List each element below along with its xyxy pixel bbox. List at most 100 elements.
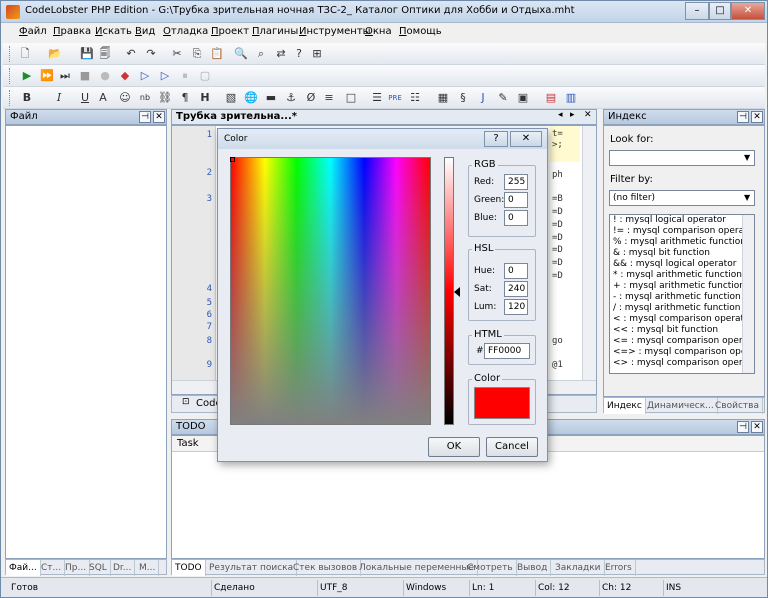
frame-icon[interactable]: ▥ — [563, 90, 579, 106]
help-icon[interactable]: ? — [291, 46, 307, 62]
heading-icon[interactable]: H — [197, 90, 213, 106]
paste-icon[interactable]: 📋 — [209, 46, 225, 62]
nobr-icon[interactable]: nb — [137, 90, 153, 106]
red-input[interactable]: 255 — [504, 174, 528, 190]
form-icon[interactable]: ▣ — [515, 90, 531, 106]
tab-errors[interactable]: Errors — [602, 560, 636, 576]
breakpoint-icon[interactable]: ◆ — [117, 68, 133, 84]
panel-close-icon[interactable]: ✕ — [751, 421, 763, 433]
edit-icon[interactable]: ✎ — [495, 90, 511, 106]
maximize-button[interactable]: □ — [709, 2, 731, 20]
menu-view[interactable]: Вид — [135, 26, 155, 37]
debug-window-icon[interactable]: ▢ — [197, 68, 213, 84]
find-icon[interactable]: 🔍 — [233, 46, 249, 62]
list-item[interactable]: / : mysql arithmetic function — [613, 303, 749, 314]
sat-input[interactable]: 240 — [504, 281, 528, 297]
tab-todo[interactable]: TODO — [172, 560, 206, 576]
lum-input[interactable]: 120 — [504, 299, 528, 315]
symbol-icon[interactable]: Ø — [303, 90, 319, 106]
new-file-icon[interactable]: 🗋 — [17, 46, 33, 62]
close-button[interactable]: ✕ — [731, 2, 765, 20]
menu-edit[interactable]: Правка — [53, 26, 91, 37]
save-all-icon[interactable]: 🗐 — [97, 46, 113, 62]
globe-icon[interactable]: 🌐 — [243, 90, 259, 106]
save-icon[interactable]: 💾 — [79, 46, 95, 62]
menu-tools[interactable]: Инструменты — [299, 26, 371, 37]
list-item[interactable]: <> : mysql comparison operato — [613, 358, 749, 369]
tab-drupal[interactable]: Dr... — [110, 560, 136, 576]
blue-input[interactable]: 0 — [504, 210, 528, 226]
horizontal-rule-icon[interactable]: ▬ — [263, 90, 279, 106]
spectrum-crosshair[interactable] — [230, 157, 235, 162]
list-item[interactable]: < : mysql comparison operator — [613, 314, 749, 325]
list-item[interactable]: * : mysql arithmetic function — [613, 270, 749, 281]
smiley-icon[interactable]: ☺ — [117, 90, 133, 106]
step-into-icon[interactable]: ▷ — [137, 68, 153, 84]
tab-scroll-right-icon[interactable]: ▸ — [570, 110, 575, 120]
minimize-button[interactable]: – — [685, 2, 709, 20]
file-tree[interactable] — [5, 125, 167, 559]
tab-call-stack[interactable]: Стек вызовов — [290, 560, 362, 576]
list-item[interactable]: % : mysql arithmetic function — [613, 237, 749, 248]
tab-more[interactable]: M... — [136, 560, 160, 576]
pin-icon[interactable]: ⊣ — [737, 421, 749, 433]
tab-search-results[interactable]: Результат поиска — [206, 560, 298, 576]
align-center-icon[interactable]: ≡ — [321, 90, 337, 106]
index-list-scrollbar[interactable] — [742, 215, 754, 373]
run-icon[interactable]: ▶ — [19, 68, 35, 84]
tab-sql[interactable]: SQL — [86, 560, 111, 576]
menu-plugins[interactable]: Плагины — [252, 26, 298, 37]
menu-project[interactable]: Проект — [211, 26, 249, 37]
index-list[interactable]: ! : mysql logical operator != : mysql co… — [609, 214, 755, 374]
tab-index[interactable]: Индекс — [604, 398, 646, 414]
stop-icon[interactable]: ■ — [77, 68, 93, 84]
menu-help[interactable]: Помощь — [399, 26, 442, 37]
filter-combo[interactable]: (no filter) — [609, 190, 755, 206]
underline-icon[interactable]: U — [77, 90, 93, 106]
step-over-icon[interactable]: ▷ — [157, 68, 173, 84]
align-icon[interactable]: ☰ — [369, 90, 385, 106]
tab-locals[interactable]: Локальные переменные — [356, 560, 479, 576]
cancel-button[interactable]: Cancel — [486, 437, 538, 457]
list-item[interactable]: - : mysql arithmetic function — [613, 292, 749, 303]
editor-tab[interactable]: Трубка зрительна...* — [176, 111, 297, 122]
task-column-header[interactable]: Task — [177, 438, 199, 449]
pre-icon[interactable]: PRE — [387, 90, 403, 106]
tab-output[interactable]: Вывод — [514, 560, 552, 576]
tab-close-icon[interactable]: ✕ — [584, 110, 592, 120]
replace-icon[interactable]: ⇄ — [273, 46, 289, 62]
luminance-arrow-icon[interactable] — [454, 287, 460, 297]
bold-icon[interactable]: B — [19, 90, 35, 106]
pin-icon[interactable]: ⊣ — [737, 111, 749, 123]
menu-search[interactable]: Искать — [95, 26, 132, 37]
list-item[interactable]: ! : mysql logical operator — [613, 215, 749, 226]
tab-watch[interactable]: Смотреть — [464, 560, 517, 576]
tab-scroll-left-icon[interactable]: ◂ — [558, 110, 563, 120]
chevron-down-icon[interactable]: ▼ — [744, 193, 750, 202]
chevron-down-icon[interactable]: ▼ — [744, 153, 750, 162]
step-out-icon[interactable]: ⏸ — [177, 68, 193, 84]
color-picker-icon[interactable]: ▤ — [543, 90, 559, 106]
menu-debug[interactable]: Отладка — [163, 26, 208, 37]
table-icon[interactable]: ▦ — [435, 90, 451, 106]
open-folder-icon[interactable]: 📂 — [47, 46, 63, 62]
look-for-combo[interactable] — [609, 150, 755, 166]
html-color-input[interactable]: FF0000 — [484, 343, 530, 359]
find-next-icon[interactable]: ⌕ — [253, 46, 269, 62]
border-icon[interactable]: □ — [343, 90, 359, 106]
list-item[interactable]: != : mysql comparison operator — [613, 226, 749, 237]
italic-icon[interactable]: I — [51, 90, 67, 106]
step-icon[interactable]: ⏭ — [57, 68, 73, 84]
dialog-help-button[interactable]: ? — [484, 131, 508, 147]
hue-input[interactable]: 0 — [504, 263, 528, 279]
undo-icon[interactable]: ↶ — [123, 46, 139, 62]
javascript-icon[interactable]: J — [475, 90, 491, 106]
pin-icon[interactable]: ⊣ — [139, 111, 151, 123]
link-icon[interactable]: ⛓ — [157, 90, 173, 106]
menu-windows[interactable]: Окна — [365, 26, 392, 37]
tab-files[interactable]: Фай... — [6, 560, 41, 576]
color-spectrum[interactable] — [230, 157, 431, 425]
list-icon[interactable]: ☷ — [407, 90, 423, 106]
paragraph-icon[interactable]: ¶ — [177, 90, 193, 106]
panel-close-icon[interactable]: ✕ — [751, 111, 763, 123]
